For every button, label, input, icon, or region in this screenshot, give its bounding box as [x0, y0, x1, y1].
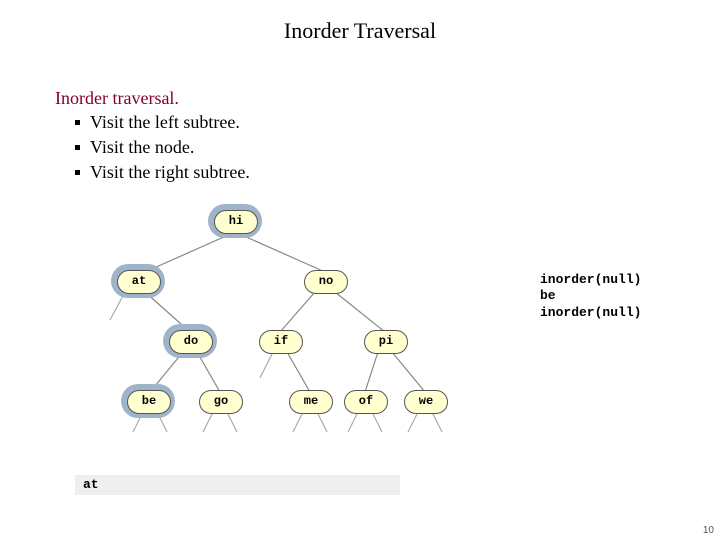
- node-label: of: [344, 390, 388, 414]
- node-label: hi: [214, 210, 258, 234]
- bullet-icon: [75, 170, 80, 175]
- page-number: 10: [703, 525, 714, 536]
- node-label: if: [259, 330, 303, 354]
- node-label: do: [169, 330, 213, 354]
- node-me: me: [289, 390, 331, 412]
- bullet-item: Visit the left subtree.: [75, 112, 250, 133]
- node-label: me: [289, 390, 333, 414]
- node-if: if: [259, 330, 301, 352]
- bullet-text: Visit the right subtree.: [90, 162, 250, 183]
- output-text: at: [83, 477, 99, 492]
- node-go: go: [199, 390, 241, 412]
- node-label: go: [199, 390, 243, 414]
- node-no: no: [304, 270, 346, 292]
- bullet-icon: [75, 120, 80, 125]
- node-label: at: [117, 270, 161, 294]
- call-stack-text: inorder(null) be inorder(null): [540, 272, 641, 321]
- tree-diagram: hi at no do if pi be go me of we: [55, 210, 535, 440]
- node-at: at: [117, 270, 159, 292]
- node-hi: hi: [214, 210, 256, 232]
- node-pi: pi: [364, 330, 406, 352]
- node-do: do: [169, 330, 211, 352]
- node-be: be: [127, 390, 169, 412]
- bullet-icon: [75, 145, 80, 150]
- bullet-text: Visit the left subtree.: [90, 112, 240, 133]
- node-we: we: [404, 390, 446, 412]
- bullet-text: Visit the node.: [90, 137, 194, 158]
- node-label: be: [127, 390, 171, 414]
- lead-text: Inorder traversal.: [55, 88, 179, 109]
- bullet-item: Visit the node.: [75, 137, 250, 158]
- bullet-list: Visit the left subtree. Visit the node. …: [75, 112, 250, 187]
- bullet-item: Visit the right subtree.: [75, 162, 250, 183]
- node-label: pi: [364, 330, 408, 354]
- page-title: Inorder Traversal: [0, 18, 720, 44]
- node-label: no: [304, 270, 348, 294]
- node-label: we: [404, 390, 448, 414]
- output-bar: at: [75, 475, 400, 495]
- slide: Inorder Traversal Inorder traversal. Vis…: [0, 0, 720, 540]
- node-of: of: [344, 390, 386, 412]
